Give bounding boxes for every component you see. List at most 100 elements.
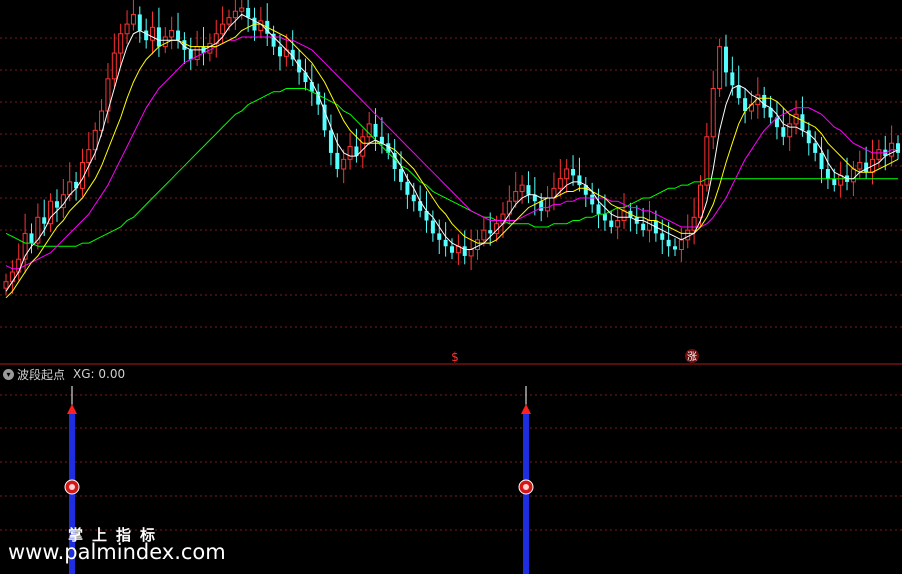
candle-body-126: [806, 130, 811, 144]
candle-body-29: [188, 49, 193, 60]
candle-body-113: [723, 46, 728, 73]
candle-body-73: [468, 249, 474, 257]
candle-body-97: [621, 210, 627, 222]
candle-body-76: [488, 230, 493, 234]
candle-body-69: [443, 239, 448, 247]
candle-body-56: [360, 136, 366, 157]
indicator-name: 波段起点: [17, 367, 66, 382]
candle-body-84: [539, 201, 544, 211]
candle-body-6: [42, 217, 47, 224]
rise-marker: 涨: [687, 351, 697, 363]
candle-body-100: [641, 223, 646, 231]
candle-body-72: [462, 246, 467, 256]
candle-body-106: [678, 239, 684, 250]
candle-body-30: [194, 46, 200, 61]
candle-body-68: [437, 233, 442, 240]
candle-body-43: [277, 46, 282, 57]
candle-body-48: [309, 82, 314, 92]
signal-coin-core-1: [523, 484, 529, 490]
candle-body-36: [232, 10, 238, 19]
candle-body-101: [647, 220, 653, 231]
candle-body-137: [876, 149, 882, 160]
candle-body-140: [896, 143, 900, 153]
candle-body-70: [450, 246, 454, 253]
candle-body-80: [513, 191, 519, 202]
candle-body-114: [730, 72, 735, 86]
indicator-panel-title: ▾ 波段起点 XG: 0.00: [3, 366, 125, 382]
candle-body-130: [832, 178, 837, 186]
candle-body-52: [335, 152, 340, 169]
candle-body-85: [545, 197, 551, 212]
candle-body-108: [691, 216, 697, 231]
candle-body-32: [207, 42, 213, 54]
candle-body-112: [717, 46, 723, 89]
candle-body-93: [596, 204, 601, 215]
candle-body-24: [156, 27, 161, 47]
candlestick-chart[interactable]: $ 涨: [0, 0, 902, 574]
candle-body-88: [564, 168, 570, 180]
candle-body-14: [92, 129, 98, 151]
candle-body-95: [609, 220, 614, 227]
candle-body-0: [3, 281, 9, 289]
candle-body-18: [118, 33, 124, 54]
candle-body-104: [666, 239, 671, 247]
candle-body-34: [220, 23, 226, 35]
candle-body-131: [838, 174, 844, 186]
candle-body-19: [124, 23, 130, 35]
watermark-url: www.palmindex.com: [8, 540, 226, 564]
candle-body-17: [111, 52, 117, 80]
candle-body-8: [54, 201, 59, 208]
candle-body-4: [29, 233, 34, 244]
candle-body-119: [762, 94, 767, 108]
candle-body-63: [405, 181, 410, 195]
indicator-value: XG: 0.00: [73, 367, 126, 381]
candle-body-122: [781, 127, 786, 137]
candle-body-11: [74, 181, 79, 189]
candle-body-81: [519, 184, 525, 193]
signal-coin-core-0: [69, 484, 75, 490]
candle-body-128: [819, 152, 824, 169]
candle-body-13: [86, 149, 92, 164]
candle-body-96: [615, 220, 621, 228]
candle-body-67: [430, 220, 435, 234]
candle-body-21: [137, 14, 142, 31]
candle-body-75: [481, 229, 487, 241]
candle-body-22: [144, 30, 149, 41]
candle-body-62: [399, 169, 404, 182]
chart-window: $ 涨 ▾ 波段起点 XG: 0.00 掌上指标 www.palmindex.co…: [0, 0, 902, 574]
candle-body-94: [602, 214, 607, 221]
candle-body-125: [800, 114, 805, 131]
candle-body-109: [697, 184, 703, 218]
candle-body-107: [685, 229, 691, 241]
sell-marker: $: [451, 350, 459, 364]
candle-body-25: [162, 36, 168, 48]
candle-body-111: [710, 88, 716, 138]
candle-body-92: [590, 194, 595, 205]
candle-body-38: [246, 8, 251, 18]
candle-body-2: [16, 258, 22, 273]
chevron-down-icon[interactable]: ▾: [3, 368, 14, 380]
signal-arrow-1: [521, 404, 531, 414]
candle-body-35: [226, 17, 232, 25]
candle-body-82: [526, 185, 531, 195]
candle-body-58: [373, 123, 378, 137]
candle-body-87: [557, 178, 563, 189]
candle-body-115: [736, 85, 741, 99]
candle-body-129: [825, 169, 830, 179]
candle-body-90: [577, 175, 582, 186]
candle-body-64: [411, 194, 416, 202]
ma20-line: [5, 36, 898, 270]
candle-body-54: [347, 145, 353, 160]
candle-body-74: [474, 239, 480, 250]
candle-body-110: [704, 136, 710, 186]
candle-body-127: [813, 143, 818, 153]
signal-arrow-0: [67, 404, 77, 414]
candle-body-133: [850, 168, 856, 183]
candle-body-51: [328, 130, 333, 153]
candle-body-105: [673, 246, 677, 250]
candle-body-37: [239, 7, 245, 12]
candle-body-103: [660, 233, 665, 240]
candle-body-20: [130, 13, 136, 25]
candle-body-124: [793, 113, 799, 125]
candle-body-26: [169, 30, 175, 38]
